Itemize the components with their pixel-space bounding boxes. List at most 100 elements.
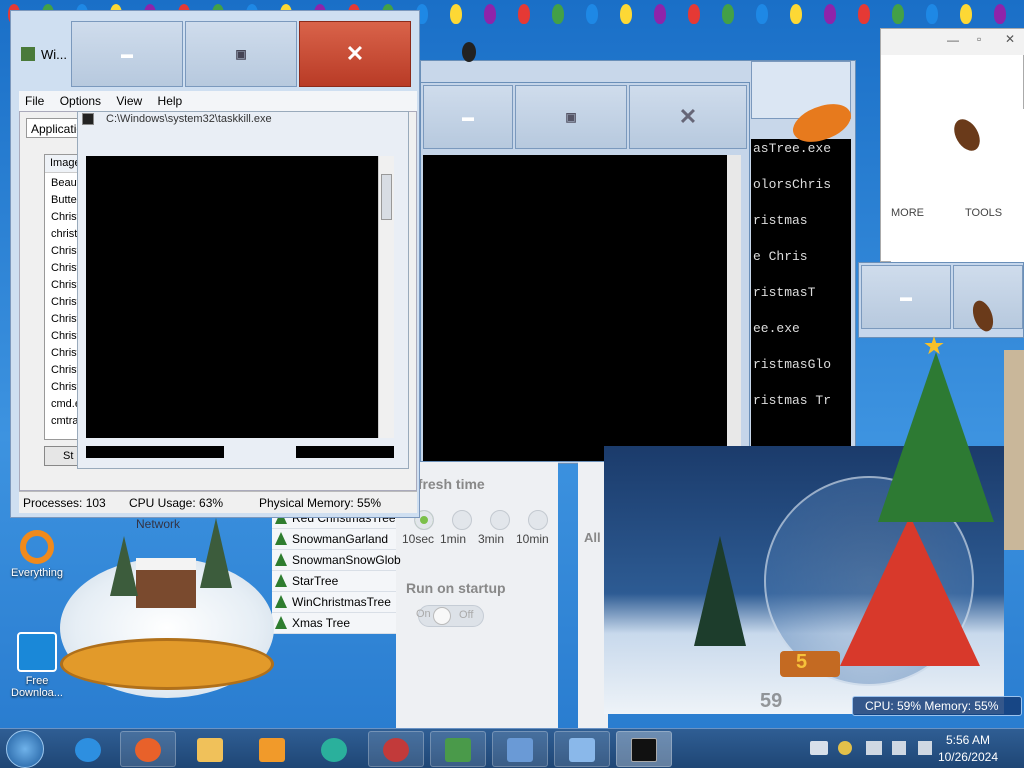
minimize-icon: ▬ xyxy=(462,110,474,124)
taskbar-internet-explorer[interactable] xyxy=(60,731,116,767)
menu-view[interactable]: View xyxy=(110,91,148,111)
maximize-button-2[interactable]: ▣ xyxy=(515,85,627,149)
scrollbar[interactable] xyxy=(727,155,741,461)
refresh-radio-1min[interactable] xyxy=(452,510,472,530)
more-tab[interactable]: MORE xyxy=(891,207,924,219)
minimize-icon[interactable]: — xyxy=(947,33,959,47)
tray-app-icon[interactable] xyxy=(838,741,852,755)
network-label: Network xyxy=(136,517,181,531)
spiral-tree-icon xyxy=(840,516,980,666)
refresh-radio-10min[interactable] xyxy=(528,510,548,530)
scrollbar-thumb[interactable] xyxy=(381,174,392,220)
taskkill-window-2: ▬ ▣ ✕ xyxy=(420,82,750,462)
everything-desktop-icon[interactable]: Everything xyxy=(6,530,68,579)
clock[interactable]: 5:56 AM 10/26/2024 xyxy=(938,733,998,764)
tools-tab[interactable]: TOOLS xyxy=(965,207,1002,219)
light-bulb xyxy=(552,4,564,24)
settings-panel: efresh time Run on startup Off On 10sec 1… xyxy=(396,462,558,728)
taskbar-snowglobe[interactable] xyxy=(368,731,424,767)
taskbar-app[interactable] xyxy=(306,731,362,767)
status-bar: Processes: 103 CPU Usage: 63% Physical M… xyxy=(19,491,417,513)
globe-counter: 5 xyxy=(780,651,840,677)
process-row[interactable]: Christ xyxy=(51,211,80,223)
minimize-button[interactable]: ▬ xyxy=(71,21,183,87)
action-center-icon[interactable] xyxy=(866,741,882,755)
process-row[interactable]: Christ xyxy=(51,381,80,393)
refresh-radio-3min[interactable] xyxy=(490,510,510,530)
maximize-button[interactable]: ▣ xyxy=(185,21,297,87)
taskbar-window[interactable] xyxy=(554,731,610,767)
decorated-tree-widget[interactable] xyxy=(872,336,1002,526)
show-hidden-icons[interactable] xyxy=(810,741,828,755)
tree-list-item[interactable]: SnowmanSnowGlob xyxy=(272,550,401,571)
toggle-knob xyxy=(433,607,451,625)
globe-number: 59 xyxy=(760,690,783,712)
light-bulb xyxy=(620,4,632,24)
process-row[interactable]: christ xyxy=(51,228,77,240)
light-bulb xyxy=(586,4,598,24)
menu-bar: File Options View Help xyxy=(19,91,417,111)
tree-icon xyxy=(275,616,287,629)
process-row[interactable]: Butte xyxy=(51,194,77,206)
console-line: ristmasGlo xyxy=(753,357,832,372)
process-row[interactable]: Christ xyxy=(51,330,80,342)
process-row[interactable]: Christ xyxy=(51,296,80,308)
tree-list-item[interactable]: StarTree xyxy=(272,571,396,592)
close-icon: ✕ xyxy=(345,41,365,66)
light-bulb xyxy=(722,4,734,24)
minimize-button-2[interactable]: ▬ xyxy=(423,85,513,149)
process-row[interactable]: Christ xyxy=(51,364,80,376)
maximize-icon[interactable]: ▫ xyxy=(977,32,981,46)
toggle-off-label: Off xyxy=(459,609,474,621)
process-row[interactable]: Christ xyxy=(51,245,80,257)
light-bulb xyxy=(858,4,870,24)
process-row[interactable]: cmtra xyxy=(51,415,79,427)
internet-explorer-icon xyxy=(75,738,101,762)
vertical-scrollbar[interactable] xyxy=(378,156,394,438)
minimize-icon: ▬ xyxy=(121,47,133,61)
network-icon[interactable] xyxy=(918,741,932,755)
taskbar-cmd[interactable] xyxy=(616,731,672,767)
process-row[interactable]: Christ xyxy=(51,347,80,359)
tree-list-item[interactable]: SnowmanGarland xyxy=(272,529,396,550)
close-button[interactable]: ✕ xyxy=(299,21,411,87)
everything-label: Everything xyxy=(11,567,63,579)
console-output: asTree.exe olorsChris ristmas e Chris ristma… xyxy=(751,139,851,461)
fly-icon xyxy=(462,42,476,62)
tree-list-item[interactable]: Xmas Tree xyxy=(272,613,396,634)
free-download-desktop-icon[interactable]: Free Downloa... xyxy=(6,632,68,699)
snow-globe-house-widget[interactable] xyxy=(60,518,274,708)
light-bulb xyxy=(484,4,496,24)
taskkill-title: C:\Windows\system32\taskkill.exe xyxy=(106,113,272,125)
all-label[interactable]: All xyxy=(584,530,601,545)
volume-icon[interactable] xyxy=(892,741,906,755)
taskbar-explorer[interactable] xyxy=(182,731,238,767)
maximize-icon: ▣ xyxy=(565,110,577,124)
status-processes: Processes: 103 xyxy=(23,496,106,510)
globe-icon xyxy=(383,738,409,762)
process-row[interactable]: Beaut xyxy=(51,177,80,189)
menu-help[interactable]: Help xyxy=(152,91,189,111)
desktop: Everything Free Downloa... — ▫ ✕ MORE TO… xyxy=(0,0,1024,728)
clock-date: 10/26/2024 xyxy=(937,750,998,764)
menu-options[interactable]: Options xyxy=(54,91,107,111)
refresh-option-label: 3min xyxy=(478,532,505,546)
taskbar-firefox[interactable] xyxy=(120,731,176,767)
menu-file[interactable]: File xyxy=(19,91,50,111)
close-button-2[interactable]: ✕ xyxy=(629,85,747,149)
start-button[interactable]: St xyxy=(44,446,78,466)
process-row[interactable]: Christ xyxy=(51,262,80,274)
refresh-option-label: 10sec xyxy=(402,532,435,546)
console-line: e Chris xyxy=(753,249,808,264)
light-bulb xyxy=(450,4,462,24)
taskbar-media[interactable] xyxy=(244,731,300,767)
refresh-time-heading: efresh time xyxy=(410,476,485,492)
taskbar-monitor[interactable] xyxy=(430,731,486,767)
close-icon[interactable]: ✕ xyxy=(1005,32,1015,46)
process-row[interactable]: Christ xyxy=(51,313,80,325)
minimize-button-3[interactable]: ▬ xyxy=(861,265,951,329)
tree-list-item[interactable]: WinChristmasTree xyxy=(272,592,396,613)
taskbar-taskmanager[interactable] xyxy=(492,731,548,767)
start-orb[interactable] xyxy=(6,730,44,768)
process-row[interactable]: Christ xyxy=(51,279,80,291)
